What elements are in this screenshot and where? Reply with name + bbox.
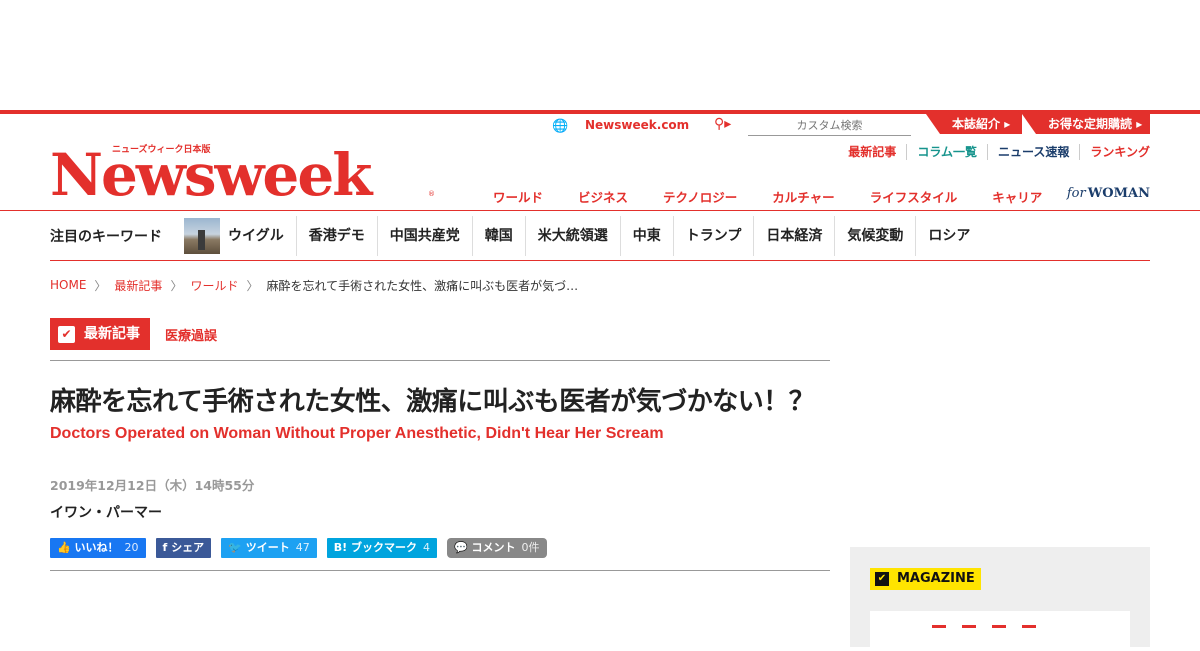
keyword-climate[interactable]: 気候変動 [834, 215, 915, 256]
twitter-icon: 🐦 [228, 541, 242, 554]
comment-label: コメント [471, 541, 516, 554]
breadcrumb: HOME 〉 最新記事 〉 ワールド 〉 麻酔を忘れて手術された女性、激痛に叫ぶ… [50, 275, 1150, 295]
keyword-uyghur[interactable]: ウイグル [228, 216, 296, 256]
newsweek-com-link[interactable]: Newsweek.com [585, 118, 689, 132]
hatena-label: ブックマーク [350, 541, 417, 554]
hatena-icon: B! [333, 541, 348, 554]
sublink-latest[interactable]: 最新記事 [848, 144, 906, 160]
for-woman-woman: WOMAN [1087, 186, 1150, 201]
sidebar-magazine: ✔ MAGAZINE [850, 547, 1150, 651]
share-bar: 👍 いいね！ 20 f シェア 🐦 ツイート 47 B! ブックマーク 4 💬 コメン… [50, 538, 830, 558]
sublink-ranking[interactable]: ランキング [1079, 144, 1150, 160]
article-main: ✔ 最新記事 医療過誤 麻酔を忘れて手術された女性、激痛に叫ぶも医者が気づかない… [50, 318, 830, 571]
like-label: いいね！ [74, 541, 119, 554]
keyword-middle-east[interactable]: 中東 [619, 215, 673, 256]
check-icon: ✔ [875, 572, 889, 586]
tweet-count: 47 [295, 541, 310, 554]
magazine-label: MAGAZINE [897, 571, 975, 586]
magazine-badge[interactable]: ✔ MAGAZINE [870, 568, 981, 590]
divider [50, 570, 830, 571]
magazine-cover[interactable] [870, 611, 1130, 651]
facebook-icon: f [162, 541, 168, 554]
nav-technology[interactable]: テクノロジー [663, 187, 737, 206]
breadcrumb-home[interactable]: HOME [50, 278, 86, 292]
keyword-ccp[interactable]: 中国共産党 [376, 215, 472, 256]
article-author[interactable]: イワン・パーマー [50, 502, 830, 522]
facebook-share-button[interactable]: f シェア [155, 538, 212, 558]
breadcrumb-current: 麻酔を忘れて手術された女性、激痛に叫ぶも医者が気づ… [266, 278, 579, 293]
about-magazine-label: 本誌紹介 [952, 117, 1001, 131]
for-woman-for: for [1066, 186, 1086, 201]
comment-button[interactable]: 💬 コメント 0件 [446, 538, 547, 558]
comment-icon: 💬 [453, 541, 468, 554]
secondary-nav: 最新記事 コラム一覧 ニュース速報 ランキング [848, 144, 1150, 160]
keyword-bar: 注目のキーワード ウイグル 香港デモ 中国共産党 韓国 米大統領選 中東 トラン… [50, 211, 1150, 261]
keyword-russia[interactable]: ロシア [915, 215, 982, 256]
keyword-trump[interactable]: トランプ [672, 215, 754, 256]
keyword-hongkong[interactable]: 香港デモ [295, 215, 377, 256]
ad-space [0, 0, 1200, 110]
nav-business[interactable]: ビジネス [578, 187, 628, 206]
category-row: ✔ 最新記事 医療過誤 [50, 318, 830, 350]
like-button[interactable]: 👍 いいね！ 20 [50, 538, 146, 558]
comment-count: 0件 [521, 541, 540, 554]
main-nav: ワールド ビジネス テクノロジー カルチャー ライフスタイル キャリア [493, 187, 1077, 206]
search-icon[interactable]: ⚲▸ [714, 116, 731, 132]
category-label: 最新記事 [84, 326, 140, 342]
nav-lifestyle[interactable]: ライフスタイル [870, 187, 958, 206]
like-count: 20 [124, 541, 139, 554]
article-tag[interactable]: 医療過誤 [165, 325, 217, 344]
globe-icon: 🌐 [552, 119, 569, 134]
nav-culture[interactable]: カルチャー [772, 187, 834, 206]
nav-world[interactable]: ワールド [493, 187, 543, 206]
search-input[interactable] [748, 116, 911, 136]
tweet-label: ツイート [245, 541, 290, 554]
keyword-thumbnail[interactable] [184, 217, 220, 254]
article-title: 麻酔を忘れて手術された女性、激痛に叫ぶも医者が気づかない！？ [50, 387, 815, 417]
keyword-us-election[interactable]: 米大統領選 [524, 215, 620, 256]
category-badge[interactable]: ✔ 最新記事 [50, 318, 150, 350]
breadcrumb-latest[interactable]: 最新記事 [114, 277, 162, 294]
check-icon: ✔ [58, 325, 75, 343]
sublink-breaking[interactable]: ニュース速報 [986, 144, 1079, 160]
keyword-korea[interactable]: 韓国 [471, 215, 525, 256]
logo-registered-mark: ® [428, 190, 435, 198]
article-subtitle: Doctors Operated on Woman Without Proper… [50, 425, 664, 442]
tweet-button[interactable]: 🐦 ツイート 47 [221, 538, 317, 558]
chevron-right-icon: 〉 [170, 278, 183, 293]
thumbs-up-icon: 👍 [57, 541, 71, 554]
keyword-japan-economy[interactable]: 日本経済 [753, 215, 834, 256]
logo-wordmark: Newsweek [50, 141, 372, 209]
hatena-count: 4 [422, 541, 430, 554]
keyword-title: 注目のキーワード [50, 228, 162, 245]
divider [50, 360, 830, 361]
chevron-right-icon: ▸ [1136, 117, 1143, 131]
chevron-right-icon: 〉 [246, 278, 259, 293]
chevron-right-icon: ▸ [1004, 117, 1011, 131]
nav-career[interactable]: キャリア [992, 187, 1042, 206]
article-date: 2019年12月12日（木）14時55分 [50, 478, 255, 493]
for-woman-link[interactable]: for WOMAN [1067, 186, 1150, 201]
sublink-columns[interactable]: コラム一覧 [906, 144, 987, 160]
about-magazine-button[interactable]: 本誌紹介 ▸ [926, 114, 1022, 134]
site-header: ニューズウィーク日本版 Newsweek ® 🌐 Newsweek.com ⚲▸… [0, 114, 1200, 210]
subscribe-label: お得な定期購読 [1048, 117, 1133, 131]
chevron-right-icon: 〉 [94, 278, 107, 293]
hatena-bookmark-button[interactable]: B! ブックマーク 4 [326, 538, 437, 558]
breadcrumb-world[interactable]: ワールド [190, 277, 238, 294]
facebook-share-label: シェア [171, 541, 205, 554]
subscribe-button[interactable]: お得な定期購読 ▸ [1022, 114, 1150, 134]
